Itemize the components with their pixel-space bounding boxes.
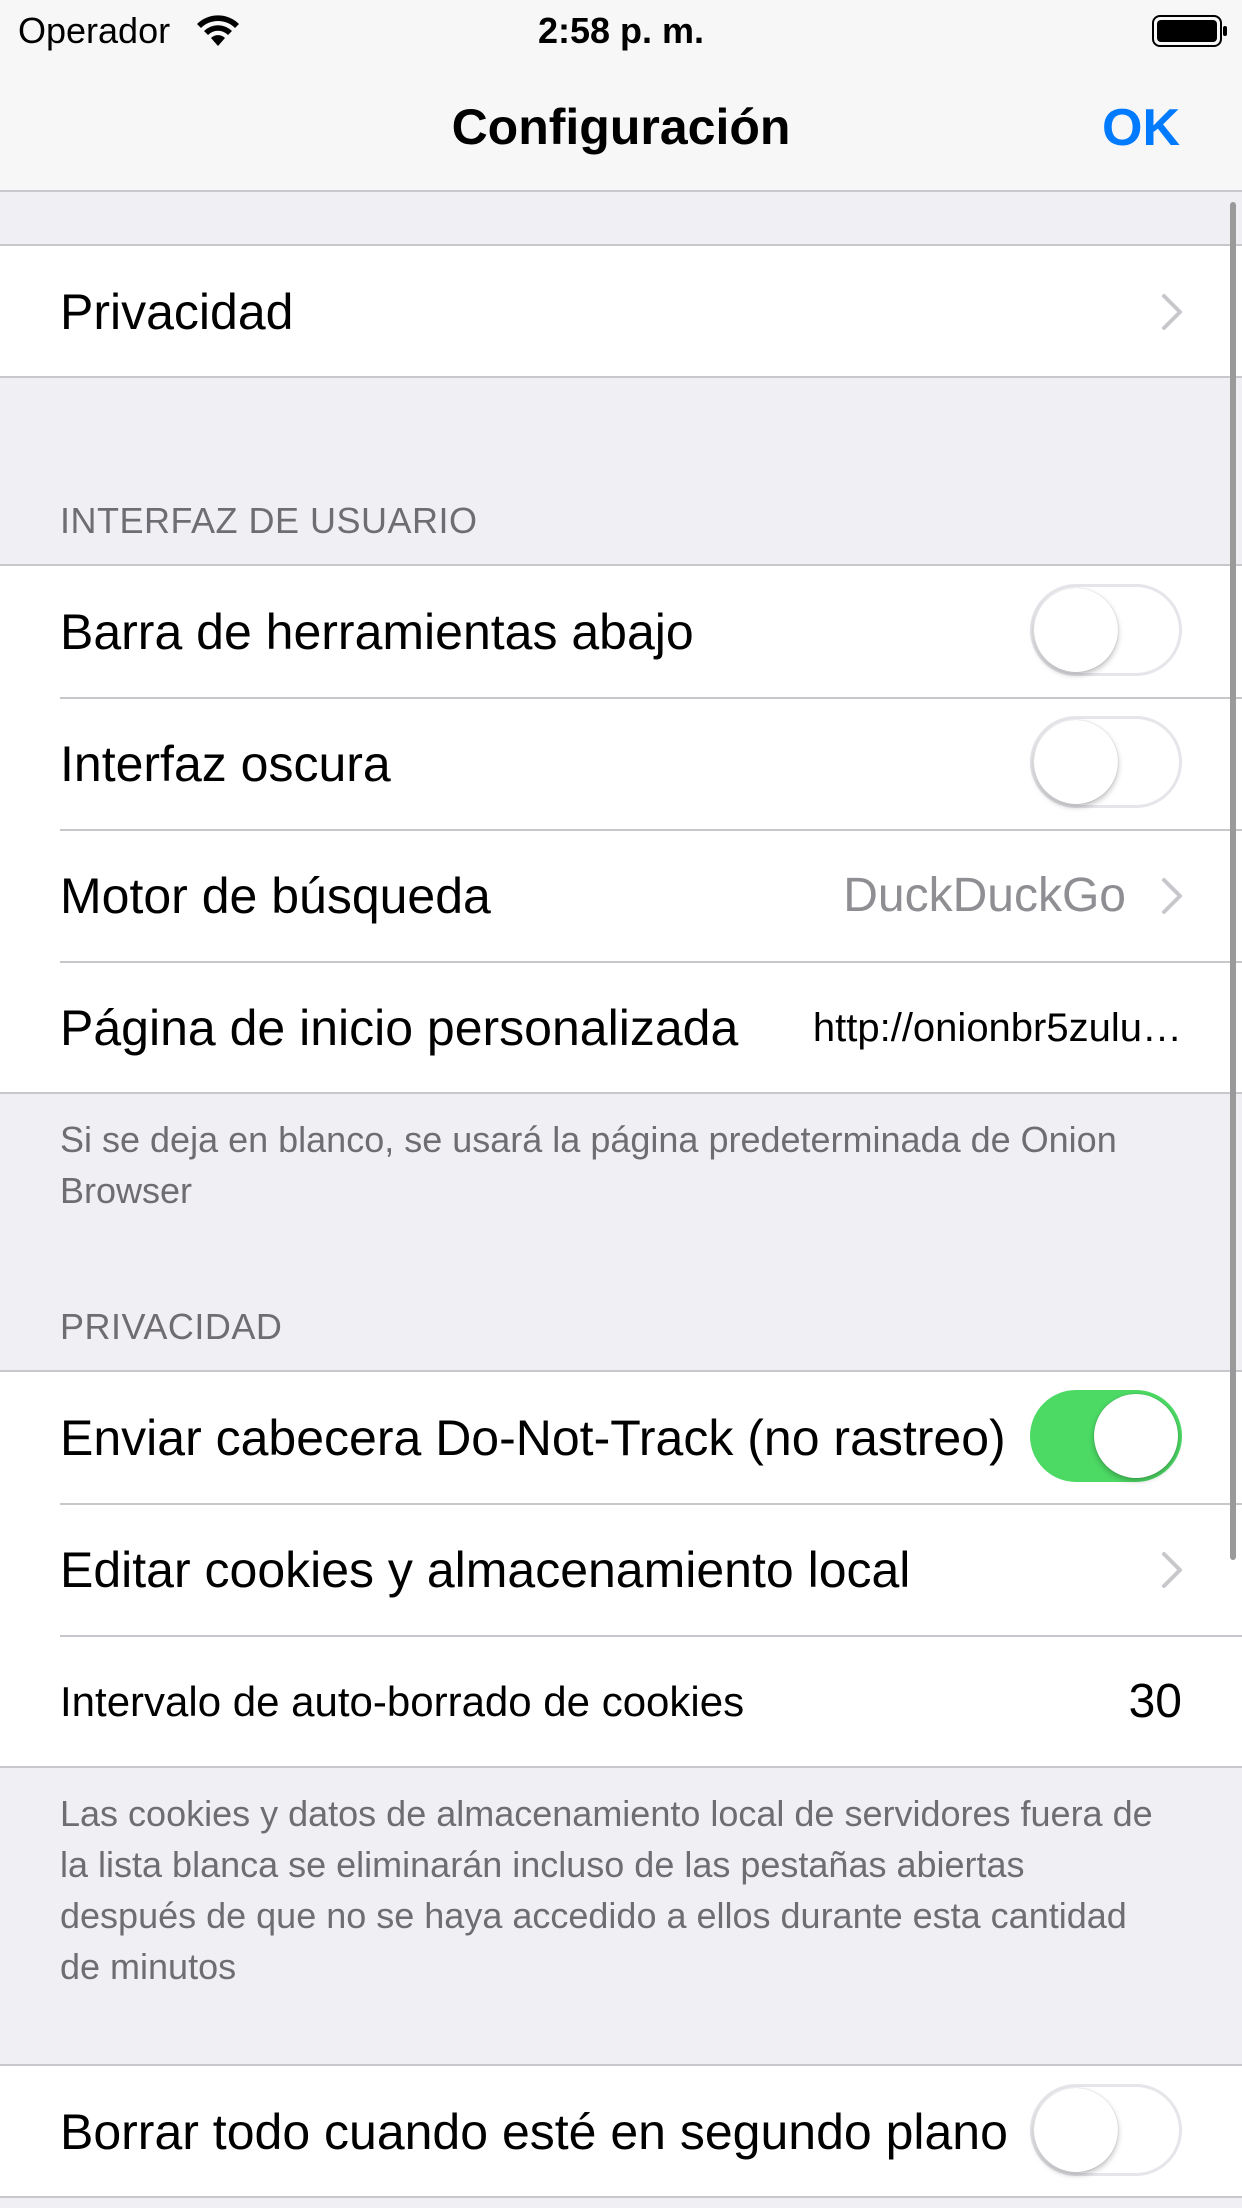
dark-interface-toggle[interactable] [1030,716,1182,808]
section-header-privacy: PRIVACIDAD [60,1306,283,1347]
status-bar: Operador 2:58 p. m. [0,0,1242,60]
privacy-row-label: Privacidad [60,284,294,340]
clear-all-row: Borrar todo cuando esté en segundo plano [0,2066,1242,2198]
dark-interface-row: Interfaz oscura [0,698,1242,831]
edit-cookies-row[interactable]: Editar cookies y almacenamiento local [0,1504,1242,1637]
privacy-group: Privacidad [0,244,1242,378]
autoclear-value[interactable]: 30 [1129,1636,1182,1768]
dnt-toggle[interactable] [1030,1390,1182,1482]
autoclear-row[interactable]: Intervalo de auto-borrado de cookies 30 [0,1636,1242,1768]
edit-cookies-label: Editar cookies y almacenamiento local [60,1542,911,1598]
clear-all-label: Borrar todo cuando esté en segundo plano [60,2104,1008,2160]
homepage-url-field[interactable]: http://onionbr5zulu… [813,962,1182,1094]
dnt-row: Enviar cabecera Do-Not-Track (no rastreo… [0,1372,1242,1505]
homepage-footer-note: Si se deja en blanco, se usará la página… [60,1119,1117,1211]
chevron-right-icon [1162,878,1182,914]
clear-all-toggle[interactable] [1030,2084,1182,2176]
scroll-indicator[interactable] [1230,202,1236,1560]
toolbar-bottom-label: Barra de herramientas abajo [60,604,694,660]
privacy-row[interactable]: Privacidad [0,246,1242,378]
cookies-footer-note: Las cookies y datos de almacenamiento lo… [60,1793,1153,1987]
status-time: 2:58 p. m. [537,10,705,51]
search-engine-label: Motor de búsqueda [60,868,491,924]
privacy-settings-group: Enviar cabecera Do-Not-Track (no rastreo… [0,1370,1242,1768]
dnt-label: Enviar cabecera Do-Not-Track (no rastreo… [60,1410,1006,1466]
search-engine-value: DuckDuckGo [843,869,1126,922]
navigation-bar: Configuración OK [0,60,1242,192]
section-header-ui: INTERFAZ DE USUARIO [60,500,478,541]
toolbar-bottom-toggle[interactable] [1030,584,1182,676]
search-engine-row[interactable]: Motor de búsqueda DuckDuckGo [0,830,1242,963]
ui-group: Barra de herramientas abajo Interfaz osc… [0,564,1242,1094]
toolbar-bottom-row: Barra de herramientas abajo [0,566,1242,699]
dark-interface-label: Interfaz oscura [60,736,391,792]
chevron-right-icon [1162,294,1182,330]
background-group: Borrar todo cuando esté en segundo plano [0,2064,1242,2198]
battery-icon [1152,15,1227,47]
homepage-label: Página de inicio personalizada [60,1000,739,1056]
autoclear-label: Intervalo de auto-borrado de cookies [60,1678,745,1725]
ok-button[interactable]: OK [1102,98,1180,158]
chevron-right-icon [1162,1552,1182,1588]
page-title: Configuración [451,99,791,155]
homepage-row[interactable]: Página de inicio personalizada http://on… [0,962,1242,1094]
